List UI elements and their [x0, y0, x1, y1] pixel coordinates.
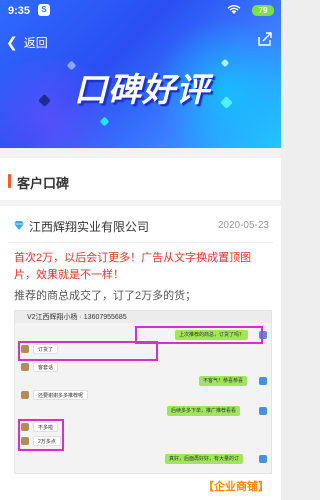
row-divider	[10, 242, 273, 243]
chat-top-bar: V2江西辉翔小杨 · 13607955685	[15, 311, 271, 323]
chat-message: 不客气！恭喜恭喜	[199, 376, 248, 386]
reviews-section: 客户口碑 江西辉翔实业有限公司 2020-05-23 首次2万，以后会订更多！广…	[0, 158, 281, 500]
status-bar: 9:35 S 79	[0, 0, 281, 22]
post-text: 推荐的商总成交了，订了2万多的货；	[14, 290, 197, 302]
section-header: 客户口碑	[0, 164, 281, 194]
avatar	[21, 391, 29, 399]
avatar	[21, 363, 29, 371]
nav-bar: ❮ 返回	[0, 26, 281, 56]
company-name[interactable]: 江西辉翔实业有限公司	[29, 218, 149, 235]
share-icon[interactable]	[257, 31, 273, 47]
chat-message: 真好，后面再好好，有大量的订	[165, 454, 244, 464]
company-row: 江西辉翔实业有限公司 2020-05-23	[14, 216, 273, 236]
battery-icon: 79	[252, 5, 274, 16]
post-headline: 首次2万，以后会订更多！广告从文字换成置顶图片，效果就是不一样！	[14, 252, 252, 281]
section-accent-bar	[8, 174, 11, 188]
chat-message: 还要谢谢多多推荐呢	[33, 390, 89, 400]
chat-message: 客套话	[33, 362, 59, 372]
chevron-left-icon: ❮	[6, 33, 18, 50]
hero-banner: 9:35 S 79 ❮ 返回 口碑好评	[0, 0, 281, 148]
back-label: 返回	[23, 35, 48, 50]
notification-s-icon: S	[38, 4, 50, 16]
review-card[interactable]: 江西辉翔实业有限公司 2020-05-23 首次2万，以后会订更多！广告从文字换…	[10, 206, 273, 500]
banner-title: 口碑好评	[74, 71, 210, 108]
shop-link[interactable]: 【企业商铺】	[203, 478, 269, 494]
chat-screenshot-image[interactable]: V2江西辉翔小杨 · 13607955685 上次推荐的商总，订货了吗？ 订货了…	[14, 310, 272, 474]
highlight-box	[18, 419, 64, 451]
post-date: 2020-05-23	[217, 220, 269, 231]
highlight-box	[18, 341, 158, 361]
wifi-icon	[227, 5, 241, 14]
section-title: 客户口碑	[17, 176, 70, 191]
diamond-icon	[14, 221, 24, 230]
avatar	[259, 455, 267, 463]
app-page: 9:35 S 79 ❮ 返回 口碑好评 客户口碑 江西辉翔实业有限公司 2020…	[0, 0, 281, 500]
chat-title: V2江西辉翔小杨 · 13607955685	[27, 314, 127, 321]
avatar	[259, 407, 267, 415]
status-time: 9:35	[8, 5, 31, 17]
back-button[interactable]: ❮ 返回	[6, 31, 48, 53]
avatar	[259, 377, 267, 385]
chat-message: 后续多多下单，推广推荐看看	[167, 406, 241, 416]
